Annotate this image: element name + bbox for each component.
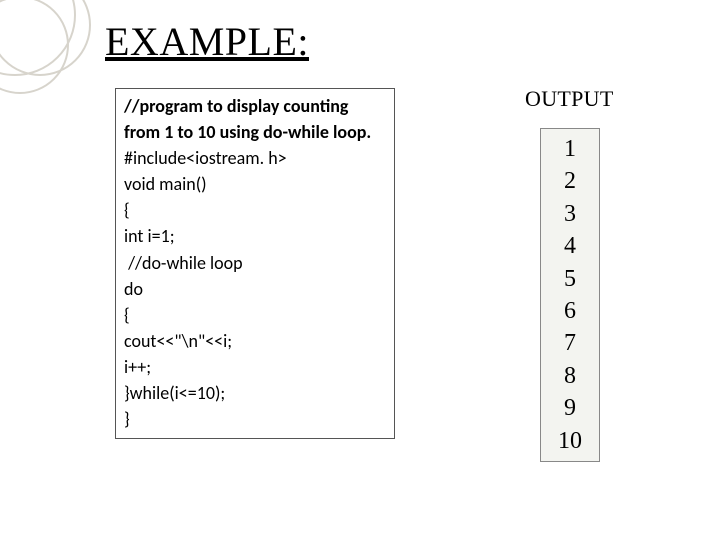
code-line: i++; xyxy=(124,354,386,380)
code-line: { xyxy=(124,302,386,328)
output-value: 1 xyxy=(541,133,599,165)
corner-decoration xyxy=(0,0,120,120)
code-line: }while(i<=10); xyxy=(124,380,386,406)
page-title: EXAMPLE: xyxy=(105,18,309,65)
output-value: 10 xyxy=(541,425,599,457)
code-line: cout<<"\n"<<i; xyxy=(124,328,386,354)
code-box: //program to display counting from 1 to … xyxy=(115,88,395,439)
code-line: { xyxy=(124,197,386,223)
output-value: 9 xyxy=(541,392,599,424)
output-value: 6 xyxy=(541,295,599,327)
code-line: #include<iostream. h> xyxy=(124,145,386,171)
code-line: void main() xyxy=(124,171,386,197)
output-value: 7 xyxy=(541,327,599,359)
code-line: int i=1; xyxy=(124,223,386,249)
output-value: 4 xyxy=(541,230,599,262)
output-value: 8 xyxy=(541,360,599,392)
output-value: 5 xyxy=(541,263,599,295)
code-line: //do-while loop xyxy=(124,250,386,276)
code-comment-title-l1: //program to display counting xyxy=(124,93,386,119)
code-line: } xyxy=(124,406,386,432)
output-box: 1 2 3 4 5 6 7 8 9 10 xyxy=(540,128,600,462)
code-line: do xyxy=(124,276,386,302)
output-label: OUTPUT xyxy=(525,86,614,112)
output-value: 2 xyxy=(541,165,599,197)
code-comment-title-l2: from 1 to 10 using do-while loop. xyxy=(124,119,386,145)
output-value: 3 xyxy=(541,198,599,230)
